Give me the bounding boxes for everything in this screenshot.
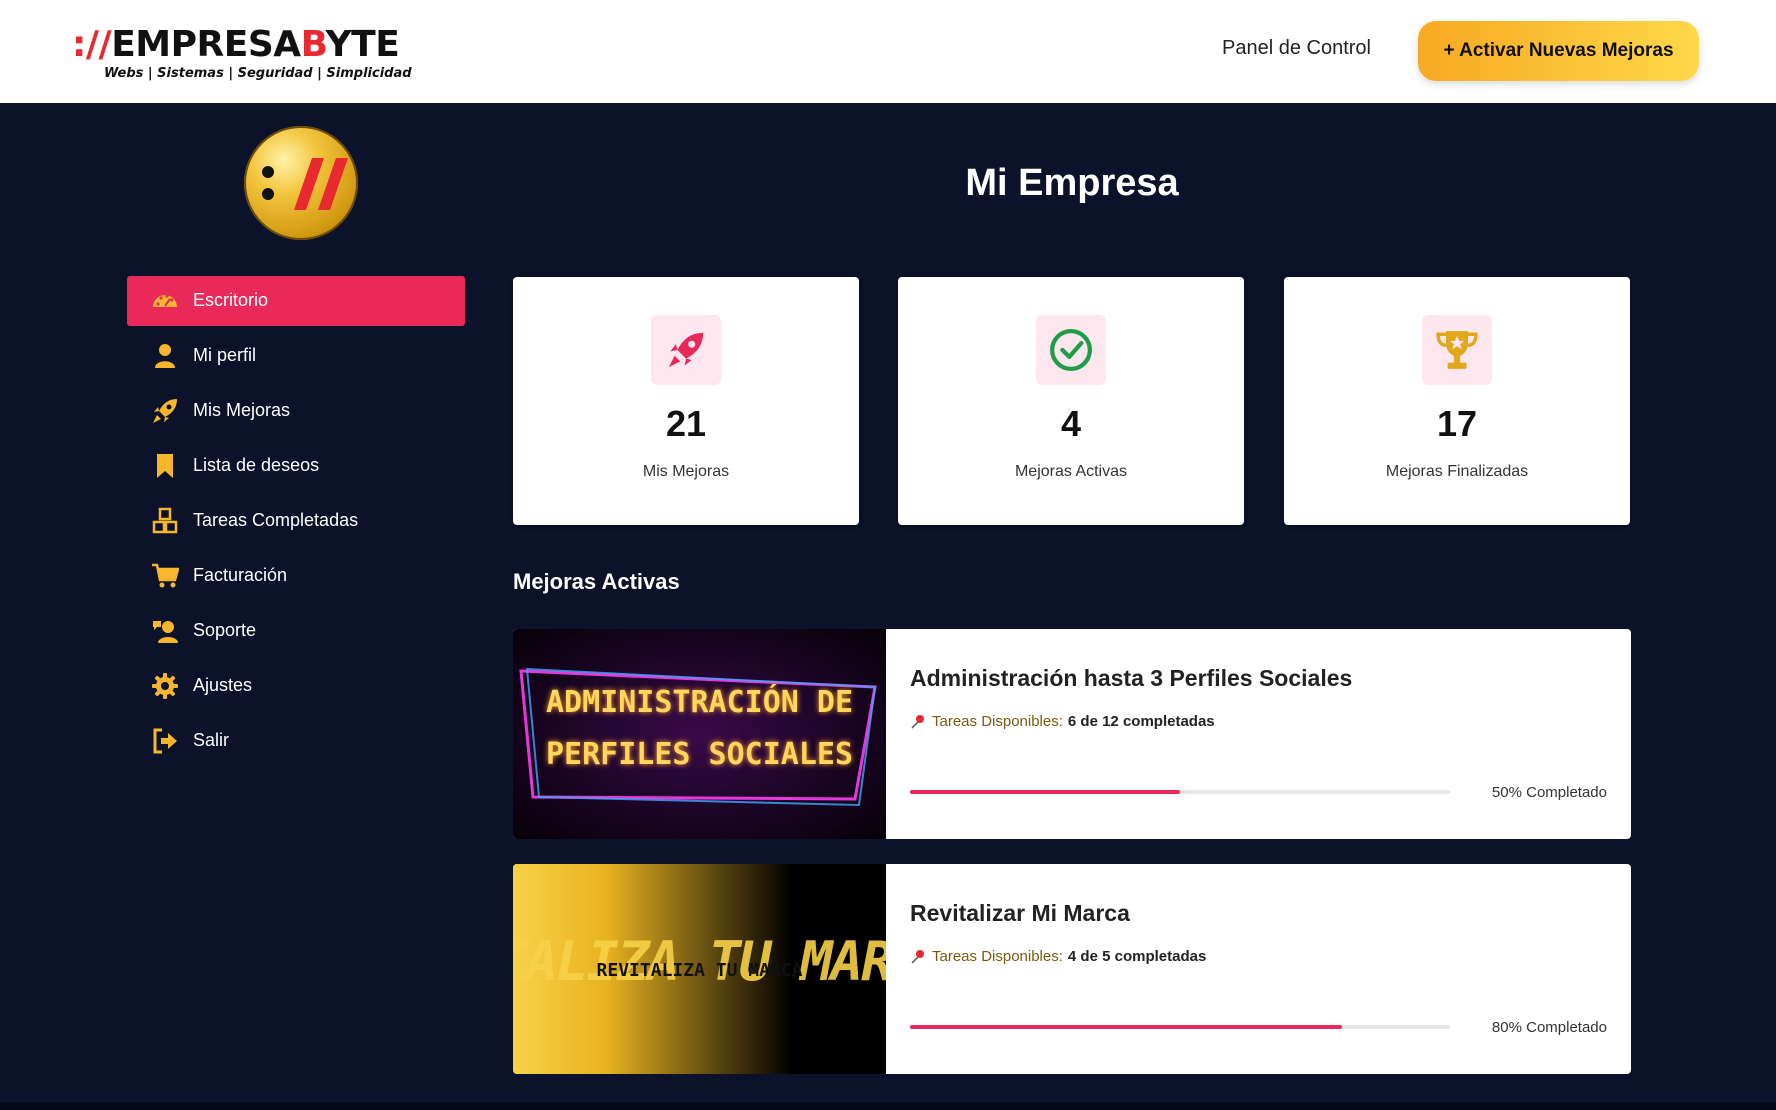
pushpin-icon [911, 714, 924, 729]
tasks-label: Tareas Disponibles: [932, 713, 1063, 730]
thumb-text-line: REVITALIZA TU MARCA [596, 960, 803, 981]
progress-bar [910, 1025, 1450, 1029]
stat-label: Mis Mejoras [642, 463, 730, 480]
support-icon [153, 621, 178, 643]
sidebar-item-label: Mis Mejoras [193, 400, 291, 420]
stat-label: Mejoras Activas [1014, 463, 1128, 480]
gear-icon [152, 673, 178, 699]
sidebar-item-soporte[interactable]: Soporte [127, 606, 465, 656]
brand-logo[interactable]: ://EMPRESABYTE Webs | Sistemas | Segurid… [72, 22, 432, 84]
sidebar-item-lista-de-deseos[interactable]: Lista de deseos [127, 441, 465, 491]
mejora-title: Administración hasta 3 Perfiles Sociales [910, 665, 1353, 691]
tasks-value: 4 de 5 completadas [1067, 948, 1207, 965]
control-panel-link[interactable]: Panel de Control [1222, 37, 1371, 60]
stat-value: 17 [1436, 403, 1478, 444]
sidebar-item-mi-perfil[interactable]: Mi perfil [127, 331, 465, 381]
logo-wordmark: ://EMPRESABYTE [72, 22, 400, 68]
sidebar-item-label: Mi perfil [193, 345, 257, 365]
logo-name-accent: B [300, 24, 326, 65]
sidebar-item-label: Soporte [193, 620, 257, 640]
sidebar-item-label: Facturación [193, 565, 288, 585]
thumb-text-line: PERFILES SOCIALES [545, 737, 854, 772]
mejora-title: Revitalizar Mi Marca [910, 900, 1130, 926]
sign-out-icon [153, 728, 177, 754]
tasks-value: 6 de 12 completadas [1067, 713, 1215, 730]
stat-card-mis-mejoras[interactable]: 21 Mis Mejoras [513, 277, 859, 525]
mejora-tasks: Tareas Disponibles: 6 de 12 completadas [910, 713, 1215, 730]
pushpin-icon [911, 949, 924, 964]
stat-value: 4 [1060, 403, 1082, 444]
section-title: Mejoras Activas [513, 569, 680, 594]
progress-bar [910, 790, 1450, 794]
sidebar-item-facturacion[interactable]: Facturación [127, 551, 465, 601]
trophy-icon [1436, 331, 1478, 369]
logo-prefix: :// [72, 24, 112, 65]
stat-value: 21 [665, 403, 707, 444]
progress-text: 50% Completado [1491, 784, 1607, 801]
tasks-label: Tareas Disponibles: [932, 948, 1063, 965]
stat-card-mejoras-activas[interactable]: 4 Mejoras Activas [898, 277, 1244, 525]
dashboard-gauge-icon [153, 294, 177, 307]
page-title: Mi Empresa [965, 162, 1179, 204]
progress-fill [910, 790, 1180, 794]
sidebar-item-label: Lista de deseos [193, 455, 320, 475]
mejora-card[interactable]: TALIZA TU MAR REVITALIZA TU MARCA Revita… [513, 864, 1631, 1074]
mejora-thumbnail: TALIZA TU MAR REVITALIZA TU MARCA [513, 864, 886, 1074]
stat-icon-box [1036, 315, 1106, 385]
avatar[interactable] [244, 126, 358, 240]
sidebar-item-label: Ajustes [193, 675, 253, 695]
sidebar-item-mis-mejoras[interactable]: Mis Mejoras [127, 386, 465, 436]
neon-frame-icon [519, 667, 877, 807]
stat-icon-box [651, 315, 721, 385]
mejora-card[interactable]: ADMINISTRACIÓN DE PERFILES SOCIALES Admi… [513, 629, 1631, 839]
sidebar-item-ajustes[interactable]: Ajustes [127, 661, 465, 711]
progress-fill [910, 1025, 1342, 1029]
sidebar-item-salir[interactable]: Salir [127, 716, 465, 766]
progress-text: 80% Completado [1491, 1019, 1607, 1036]
logo-name-part: EMPRESA [111, 24, 301, 65]
sidebar-nav: Escritorio Mi perfil Mis Mejoras Lista d… [127, 276, 465, 771]
user-icon [155, 344, 175, 368]
cart-icon [152, 563, 179, 588]
mejora-tasks: Tareas Disponibles: 4 de 5 completadas [910, 948, 1206, 965]
top-header: ://EMPRESABYTE Webs | Sistemas | Segurid… [0, 0, 1776, 103]
rocket-icon [153, 399, 177, 423]
stat-card-mejoras-finalizadas[interactable]: 17 Mejoras Finalizadas [1284, 277, 1630, 525]
sidebar-item-tareas-completadas[interactable]: Tareas Completadas [127, 496, 465, 546]
page-bottom-edge [0, 1102, 1776, 1110]
activate-improvements-button[interactable]: + Activar Nuevas Mejoras [1418, 21, 1699, 81]
bookmark-icon [157, 454, 173, 478]
sidebar-item-label: Tareas Completadas [193, 510, 359, 530]
logo-tagline: Webs | Sistemas | Seguridad | Simplicida… [104, 66, 412, 81]
mejora-thumbnail: ADMINISTRACIÓN DE PERFILES SOCIALES [513, 629, 886, 839]
sidebar-item-escritorio[interactable]: Escritorio [127, 276, 465, 326]
rocket-icon [668, 332, 704, 368]
sidebar-item-label: Salir [193, 730, 230, 750]
stat-label: Mejoras Finalizadas [1385, 463, 1529, 480]
brand-mark-icon [262, 158, 348, 210]
check-circle-icon [1050, 329, 1092, 371]
thumb-text-line: ADMINISTRACIÓN DE [545, 685, 854, 720]
sidebar-item-label: Escritorio [193, 290, 269, 310]
boxes-icon [152, 507, 178, 534]
stat-icon-box [1422, 315, 1492, 385]
logo-name-part: YTE [325, 24, 400, 65]
